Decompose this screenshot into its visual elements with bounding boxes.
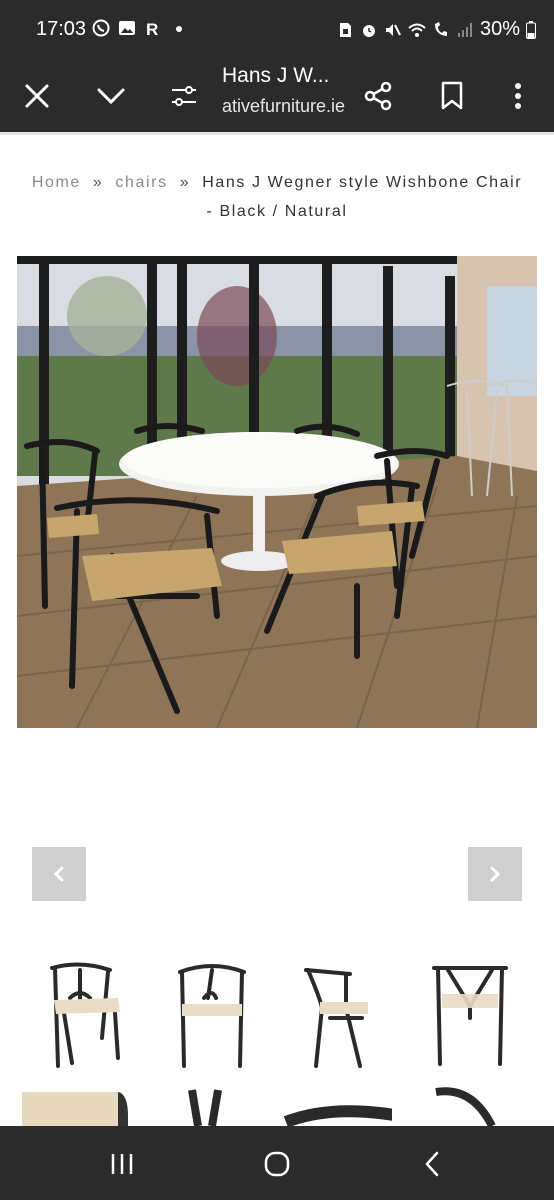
browser-toolbar: Hans J W... ativefurniture.ie [0,60,554,134]
thumb-chair-front-angle[interactable] [40,958,140,1070]
breadcrumb-separator: » [179,174,191,191]
recent-apps-icon [111,1154,133,1174]
product-main-image[interactable] [17,256,537,728]
share-button[interactable] [354,72,402,120]
alarm-icon [360,21,378,39]
home-button[interactable] [253,1140,301,1188]
signal-icon [456,21,474,39]
chevron-right-icon [490,866,501,882]
close-button[interactable] [13,72,61,120]
battery-icon [526,20,536,39]
page-title[interactable]: Hans J W... [222,64,329,88]
share-icon [364,81,392,111]
breadcrumb: Home » chairs » Hans J Wegner style Wishbone… [0,168,554,226]
back-button[interactable] [408,1140,456,1188]
wifi-icon [408,21,426,39]
home-icon [264,1151,290,1177]
breadcrumb-separator: » [92,174,104,191]
carousel-prev-button[interactable] [32,847,86,901]
thumb-armrest-detail[interactable] [282,1086,392,1126]
status-time: 17:03 [36,18,87,40]
thumb-chair-back[interactable] [430,958,530,1070]
sim-icon [336,21,354,39]
bookmark-button[interactable] [428,72,476,120]
close-icon [25,84,49,108]
thumb-chair-front[interactable] [172,958,272,1070]
page-settings-icon [172,86,196,106]
toolbar-divider [0,132,554,135]
page-settings-button[interactable] [160,72,208,120]
status-bar: 17:03 R 30% [0,0,554,60]
minimize-button[interactable] [87,72,135,120]
more-icon [515,83,521,109]
bookmark-icon [441,81,463,110]
wifi-call-icon [432,21,450,39]
recent-apps-button[interactable] [98,1140,146,1188]
chevron-down-icon [97,88,125,105]
mute-icon [384,21,402,39]
page-url[interactable]: ativefurniture.ie [222,96,345,117]
chevron-left-icon [53,866,64,882]
thumb-back-detail[interactable] [180,1086,290,1126]
dot-icon [170,19,188,37]
battery-level: 30% [479,18,520,40]
carousel-next-button[interactable] [468,847,522,901]
thumb-chair-side[interactable] [300,958,400,1070]
thumb-seat-closeup[interactable] [22,1086,132,1126]
breadcrumb-current-continued: - Black / Natural [206,203,348,220]
r-app-icon: R [144,19,162,39]
thumb-frame-detail[interactable] [432,1086,542,1126]
svg-text:R: R [146,20,158,37]
navigation-bar [0,1126,554,1200]
more-menu-button[interactable] [494,72,542,120]
back-icon [425,1151,439,1177]
image-icon [118,19,136,37]
breadcrumb-current: Hans J Wegner style Wishbone Chair [202,174,523,191]
breadcrumb-home-link[interactable]: Home [32,174,81,191]
breadcrumb-chairs-link[interactable]: chairs [115,174,167,191]
whatsapp-icon [92,19,110,37]
